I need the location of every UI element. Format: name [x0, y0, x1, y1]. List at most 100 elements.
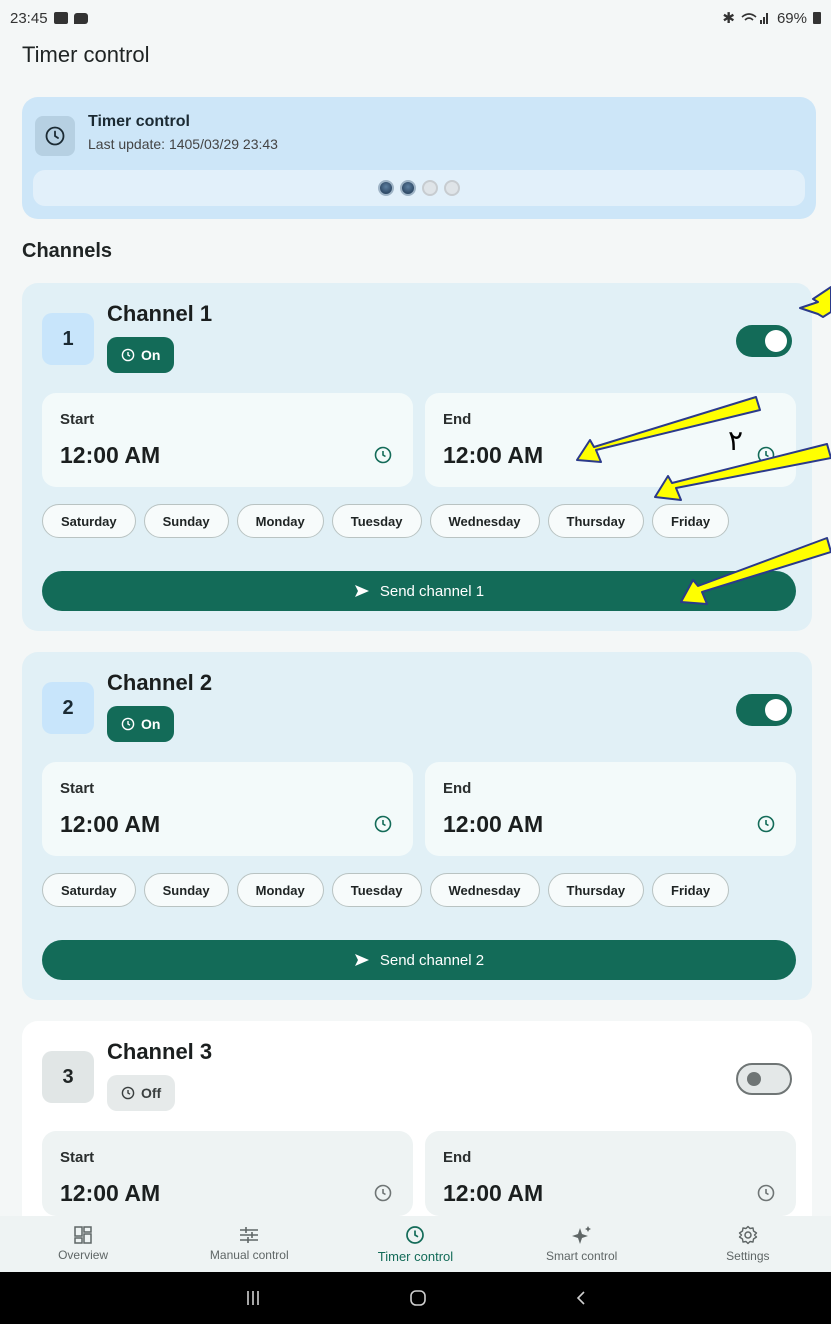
- channel-number: 2: [42, 682, 94, 734]
- end-value: 12:00 AM: [443, 811, 544, 837]
- status-bar: 23:45 ✱ 69%: [0, 0, 831, 36]
- start-value: 12:00 AM: [60, 811, 161, 837]
- status-badge: On: [107, 706, 175, 742]
- summary-title: Timer control: [88, 113, 190, 130]
- status-badge: On: [107, 337, 175, 373]
- annotation-number: ٢: [728, 424, 744, 457]
- status-label: On: [141, 716, 161, 732]
- send-icon: [354, 585, 369, 597]
- nav-label: Smart control: [545, 1249, 618, 1263]
- day-chip-monday[interactable]: Monday: [236, 873, 324, 907]
- day-chip-tuesday[interactable]: Tuesday: [331, 873, 422, 907]
- status-badge: Off: [107, 1075, 176, 1111]
- start-value: 12:00 AM: [60, 442, 161, 468]
- back-icon[interactable]: [573, 1289, 589, 1307]
- clock-icon: [757, 815, 775, 833]
- clock-icon: [374, 446, 392, 464]
- day-chip-friday[interactable]: Friday: [652, 873, 730, 907]
- toggle-knob: [765, 699, 787, 721]
- channel-name: Channel 1: [107, 301, 213, 326]
- channel-number: 3: [42, 1051, 94, 1103]
- nav-label: Timer control: [377, 1248, 454, 1264]
- sliders-icon: [240, 1227, 259, 1243]
- end-time-field[interactable]: End 12:00 AM: [425, 762, 796, 856]
- nav-smart-control[interactable]: Smart control: [499, 1225, 665, 1263]
- nav-overview[interactable]: Overview: [0, 1226, 166, 1262]
- wifi-signal-icon: [741, 13, 768, 24]
- battery-icon: [813, 12, 821, 24]
- nav-label: Overview: [58, 1248, 109, 1262]
- start-time-field[interactable]: Start 12:00 AM: [42, 762, 413, 856]
- nav-manual-control[interactable]: Manual control: [166, 1226, 332, 1262]
- page-title: Timer control: [22, 42, 150, 67]
- day-selector: Saturday Sunday Monday Tuesday Wednesday…: [42, 504, 730, 538]
- day-chip-friday[interactable]: Friday: [652, 504, 730, 538]
- battery-level: 69%: [776, 9, 807, 27]
- day-chip-tuesday[interactable]: Tuesday: [331, 504, 422, 538]
- start-label: Start: [60, 1149, 95, 1166]
- channels-heading: Channels: [22, 240, 113, 262]
- day-chip-sunday[interactable]: Sunday: [143, 504, 229, 538]
- start-time-field[interactable]: Start 12:00 AM: [42, 393, 413, 487]
- send-channel-2-button[interactable]: Send channel 2: [42, 940, 796, 980]
- day-chip-wednesday[interactable]: Wednesday: [429, 504, 540, 538]
- day-chip-saturday[interactable]: Saturday: [42, 504, 136, 538]
- day-chip-sunday[interactable]: Sunday: [143, 873, 229, 907]
- channel-card-1: 1 Channel 1 On Start 12:00 AM End 12:00 …: [22, 283, 812, 631]
- clock-icon: [121, 348, 135, 362]
- nav-settings[interactable]: Settings: [665, 1225, 831, 1263]
- gallery-notification-icon: [53, 12, 68, 24]
- pager-dot-4[interactable]: [444, 180, 460, 196]
- start-label: Start: [60, 411, 95, 428]
- pager-indicator[interactable]: [33, 170, 805, 206]
- clock-icon: [121, 717, 135, 731]
- end-time-field[interactable]: End 12:00 AM: [425, 1131, 796, 1216]
- message-notification-icon: [73, 12, 88, 24]
- day-chip-saturday[interactable]: Saturday: [42, 873, 136, 907]
- clock-icon: [374, 815, 392, 833]
- status-label: Off: [141, 1085, 162, 1101]
- clock-icon: [406, 1225, 425, 1244]
- last-update-text: Last update: 1405/03/29 23:43: [88, 136, 278, 152]
- home-icon[interactable]: [408, 1288, 428, 1308]
- toggle-knob: [765, 330, 787, 352]
- pager-dot-1[interactable]: [378, 180, 394, 196]
- sparkle-icon: [571, 1226, 591, 1244]
- channel-toggle[interactable]: [736, 1063, 792, 1095]
- send-channel-1-button[interactable]: Send channel 1: [42, 571, 796, 611]
- toggle-knob: [747, 1072, 761, 1086]
- status-label: On: [141, 347, 161, 363]
- clock-icon: [757, 446, 775, 464]
- pager-dot-2[interactable]: [400, 180, 416, 196]
- gear-icon: [738, 1225, 758, 1245]
- day-chip-wednesday[interactable]: Wednesday: [429, 873, 540, 907]
- send-label: Send channel 1: [379, 582, 485, 600]
- channel-name: Channel 2: [107, 670, 213, 695]
- start-time-field[interactable]: Start 12:00 AM: [42, 1131, 413, 1216]
- nav-label: Manual control: [209, 1248, 289, 1262]
- system-navigation-bar: [0, 1272, 831, 1324]
- nav-timer-control[interactable]: Timer control: [332, 1225, 498, 1264]
- day-chip-thursday[interactable]: Thursday: [547, 504, 645, 538]
- day-chip-monday[interactable]: Monday: [236, 504, 324, 538]
- bluetooth-icon: ✱: [722, 10, 735, 27]
- clock-icon: [757, 1184, 775, 1202]
- clock-icon: [35, 116, 75, 156]
- status-time: 23:45: [10, 9, 48, 27]
- start-label: Start: [60, 780, 95, 797]
- clock-icon: [374, 1184, 392, 1202]
- day-chip-thursday[interactable]: Thursday: [547, 873, 645, 907]
- recent-apps-icon[interactable]: [243, 1289, 263, 1307]
- day-selector: Saturday Sunday Monday Tuesday Wednesday…: [42, 873, 730, 907]
- start-value: 12:00 AM: [60, 1180, 161, 1206]
- pager-dot-3[interactable]: [422, 180, 438, 196]
- end-value: 12:00 AM: [443, 1180, 544, 1206]
- clock-icon: [121, 1086, 135, 1100]
- channel-card-2: 2 Channel 2 On Start 12:00 AM End 12:00 …: [22, 652, 812, 1000]
- channel-number: 1: [42, 313, 94, 365]
- end-label: End: [443, 1149, 472, 1166]
- channel-toggle[interactable]: [736, 325, 792, 357]
- end-label: End: [443, 780, 472, 797]
- channel-toggle[interactable]: [736, 694, 792, 726]
- send-icon: [354, 954, 369, 966]
